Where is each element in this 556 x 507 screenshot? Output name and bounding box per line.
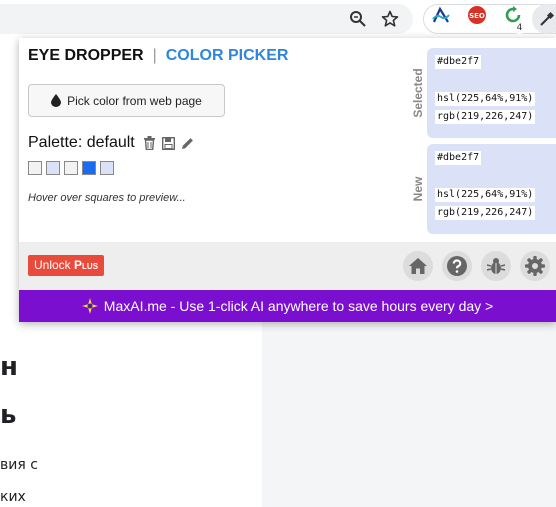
pick-color-button[interactable]: Pick color from web page <box>28 84 225 117</box>
unlock-plus-button[interactable]: Unlock Plus <box>28 255 105 276</box>
selected-rgb[interactable]: rgb(219,226,247) <box>435 110 536 124</box>
unlock-label: Unlock <box>34 258 71 272</box>
settings-button[interactable] <box>520 251 550 281</box>
extension-badge-count: 4 <box>513 22 526 34</box>
pick-color-button-label: Pick color from web page <box>67 93 202 108</box>
bug-icon <box>487 258 505 274</box>
drop-icon <box>51 94 62 107</box>
gear-icon <box>525 256 545 276</box>
selected-hsl[interactable]: hsl(225,64%,91%) <box>435 92 536 106</box>
maxai-promo-banner[interactable]: MaxAI.me - Use 1-click AI anywhere to sa… <box>19 290 556 322</box>
palette-row: Palette: default <box>28 134 194 152</box>
palette-swatch[interactable] <box>100 161 114 175</box>
tab-separator: | <box>152 47 157 64</box>
new-color-card: New #dbe2f7 hsl(225,64%,91%) rgb(219,226… <box>409 144 556 234</box>
eyedropper-extension-button[interactable] <box>532 4 556 34</box>
page-heading-line-2: ь <box>0 400 17 430</box>
star-icon[interactable] <box>379 8 401 30</box>
popup-tabs: EYE DROPPER | COLOR PICKER <box>28 47 288 65</box>
zoom-icon[interactable] <box>347 8 369 30</box>
palette-swatches <box>28 161 114 175</box>
new-label: New <box>411 176 425 202</box>
sparkle-icon <box>81 298 98 314</box>
palette-label: Palette: default <box>28 134 135 151</box>
trash-icon[interactable] <box>143 136 156 150</box>
home-button[interactable] <box>403 251 433 281</box>
selected-color-preview: #dbe2f7 hsl(225,64%,91%) rgb(219,226,247… <box>427 48 556 138</box>
palette-swatch[interactable] <box>82 161 96 175</box>
eye-dropper-popup: EYE DROPPER | COLOR PICKER Pick color from… <box>19 38 556 322</box>
save-icon[interactable] <box>161 136 175 150</box>
palette-swatch[interactable] <box>46 161 60 175</box>
seo-icon[interactable]: SEO <box>466 4 488 26</box>
popup-footer: Unlock Plus <box>19 242 556 290</box>
hover-hint: Hover over squares to preview... <box>28 192 186 204</box>
plus-label: Plus <box>74 258 99 272</box>
selected-label: Selected <box>411 68 425 118</box>
page-paragraph-line-2: ких <box>0 489 26 505</box>
page-paragraph-line-1: вия с <box>0 457 38 473</box>
selected-color-card: Selected #dbe2f7 hsl(225,64%,91%) rgb(21… <box>409 48 556 138</box>
bug-report-button[interactable] <box>481 251 511 281</box>
page-sidebar-area <box>262 322 556 507</box>
selected-hex[interactable]: #dbe2f7 <box>435 55 482 69</box>
pencil-icon[interactable] <box>181 137 194 150</box>
new-hex[interactable]: #dbe2f7 <box>435 151 482 165</box>
palette-swatch[interactable] <box>64 161 78 175</box>
new-rgb[interactable]: rgb(219,226,247) <box>435 206 536 220</box>
new-hsl[interactable]: hsl(225,64%,91%) <box>435 188 536 202</box>
help-button[interactable] <box>442 251 472 281</box>
help-icon <box>447 256 467 276</box>
home-icon <box>409 258 427 274</box>
svg-text:SEO: SEO <box>469 12 485 20</box>
banner-text: MaxAI.me - Use 1-click AI anywhere to sa… <box>103 298 494 314</box>
eyedropper-extension-icon <box>540 11 555 26</box>
new-color-preview: #dbe2f7 hsl(225,64%,91%) rgb(219,226,247… <box>427 144 556 234</box>
tab-eye-dropper[interactable]: EYE DROPPER <box>28 47 144 64</box>
tab-color-picker[interactable]: COLOR PICKER <box>166 47 289 64</box>
palette-swatch[interactable] <box>28 161 42 175</box>
wavelength-icon[interactable] <box>430 4 452 26</box>
page-heading-line-1: н <box>0 352 18 382</box>
browser-toolbar: SEO 4 <box>0 0 556 38</box>
